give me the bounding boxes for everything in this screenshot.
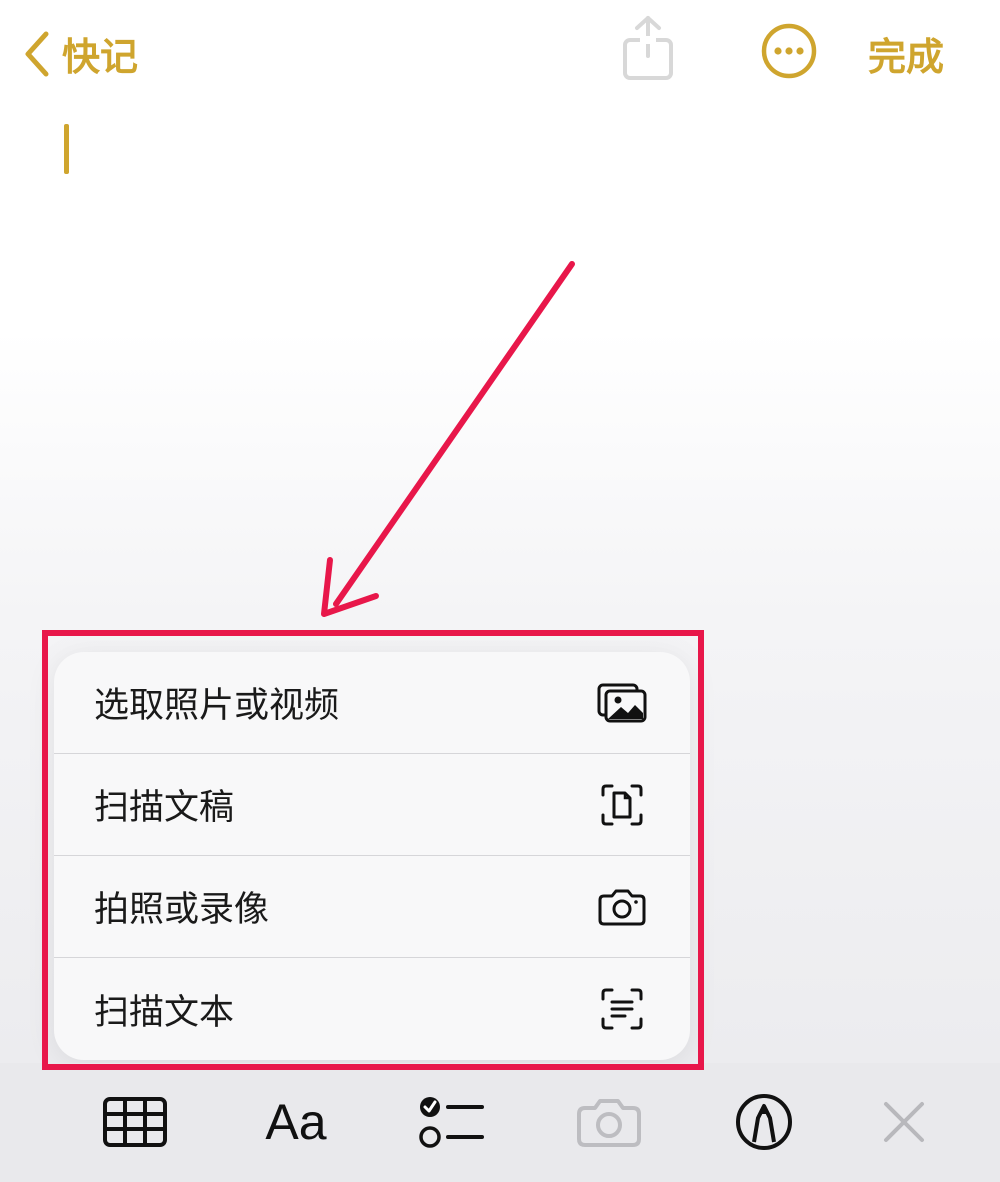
menu-item-label: 拍照或录像 (94, 890, 270, 930)
menu-item-scan-text[interactable]: 扫描文本 (54, 958, 690, 1060)
back-label: 快记 (62, 35, 139, 79)
photo-library-icon (594, 679, 650, 727)
checklist-icon (419, 1097, 484, 1148)
table-button[interactable] (98, 1082, 172, 1162)
format-button[interactable]: Aa (256, 1082, 336, 1162)
close-keyboard-button[interactable] (876, 1082, 932, 1162)
table-icon (103, 1097, 167, 1147)
menu-item-label: 扫描文稿 (94, 788, 235, 828)
close-icon (884, 1102, 924, 1142)
scan-document-icon (594, 781, 650, 829)
share-icon (623, 16, 673, 80)
markup-button[interactable] (732, 1082, 796, 1162)
format-text-icon: Aa (265, 1094, 327, 1150)
menu-item-take-photo-video[interactable]: 拍照或录像 (54, 856, 690, 958)
camera-icon (577, 1099, 641, 1147)
done-button[interactable]: 完成 (868, 26, 944, 81)
camera-button[interactable] (574, 1082, 644, 1162)
checklist-button[interactable] (416, 1082, 486, 1162)
back-button[interactable]: 快记 (22, 26, 138, 81)
ellipsis-circle-icon (761, 23, 817, 79)
more-options-button[interactable] (760, 22, 818, 84)
camera-icon (594, 883, 650, 931)
menu-item-label: 选取照片或视频 (94, 686, 340, 726)
chevron-left-icon (25, 31, 49, 76)
menu-item-scan-document[interactable]: 扫描文稿 (54, 754, 690, 856)
menu-item-label: 扫描文本 (94, 992, 235, 1033)
note-body[interactable] (40, 110, 960, 590)
markup-pen-icon (736, 1094, 792, 1150)
share-button[interactable] (620, 14, 676, 86)
attachment-menu: 选取照片或视频 扫描文稿 拍照或录像 扫描文本 (54, 652, 690, 1060)
menu-item-choose-photo-video[interactable]: 选取照片或视频 (54, 652, 690, 754)
scan-text-icon (594, 985, 650, 1033)
